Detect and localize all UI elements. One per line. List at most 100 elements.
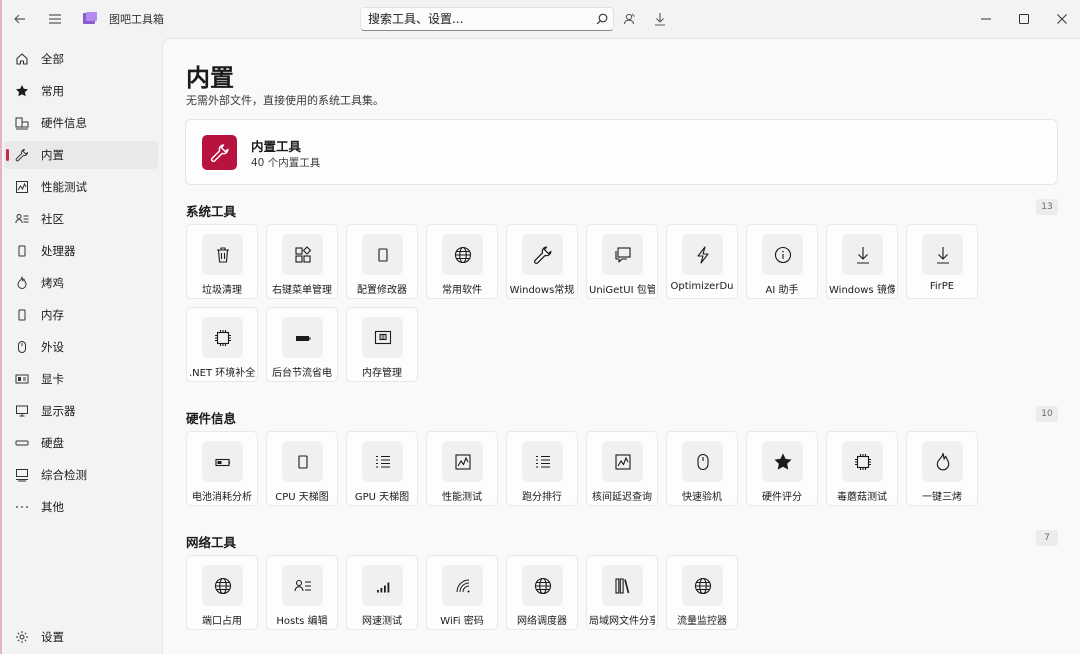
tool-tile-label: 局域网文件分享 [589,616,655,627]
sidebar-item-all[interactable]: 全部 [4,45,158,73]
tool-tile[interactable]: 端口占用 [186,555,258,630]
sidebar-item-label: 性能测试 [41,180,87,194]
tool-tile[interactable]: CPU 天梯图 [266,431,338,506]
phone-icon [362,234,403,275]
tool-tile[interactable]: .NET 环境补全 [186,307,258,382]
chip-icon [842,441,883,482]
star-icon [14,83,30,99]
tool-tile[interactable]: 性能测试 [426,431,498,506]
sidebar-item-favorites[interactable]: 常用 [4,77,158,105]
sidebar-item-label: 内存 [41,308,64,322]
tool-tile-label: 跑分排行 [522,492,562,503]
search-box[interactable] [360,7,614,31]
card-title: 内置工具 [251,139,302,154]
sidebar-item-display[interactable]: 显示器 [4,397,158,425]
tool-tile-label: 毒蘑菇测试 [837,492,887,503]
tool-tile[interactable]: 跑分排行 [506,431,578,506]
tool-tile-label: 端口占用 [202,616,242,627]
sidebar-item-label: 硬件信息 [41,116,87,130]
sidebar-item-memory[interactable]: 内存 [4,301,158,329]
section-title-hardware-info: 硬件信息 [186,411,237,426]
tool-tile[interactable]: 内存管理 [346,307,418,382]
tool-tile[interactable]: 毒蘑菇测试 [826,431,898,506]
memory-board-icon [362,317,403,358]
sidebar-item-settings[interactable]: 设置 [4,623,158,651]
tool-tile[interactable]: 流量监控器 [666,555,738,630]
mouse-icon [682,441,723,482]
count-badge: 10 [1036,406,1058,422]
builtin-summary-card: 内置工具 40 个内置工具 [185,119,1058,185]
sidebar-item-benchmark[interactable]: 性能测试 [4,173,158,201]
sidebar-item-label: 外设 [41,340,64,354]
tool-tile[interactable]: 右键菜单管理 [266,224,338,299]
chat-icon [602,234,643,275]
tool-tile[interactable]: 电池消耗分析 [186,431,258,506]
sidebar-item-peripherals[interactable]: 外设 [4,333,158,361]
back-arrow-icon [13,12,27,26]
account-button[interactable] [613,3,645,35]
books-icon [602,565,643,606]
close-button[interactable] [1046,3,1078,35]
tool-tile[interactable]: Windows 镜像 [826,224,898,299]
sidebar-item-hardware-info[interactable]: 硬件信息 [4,109,158,137]
title-bar: 图吧工具箱 [0,0,1080,38]
tool-tile[interactable]: WiFi 密码 [426,555,498,630]
sidebar-item-gpu[interactable]: 显卡 [4,365,158,393]
tool-tile-label: AI 助手 [765,285,799,296]
app-title: 图吧工具箱 [109,13,164,26]
tool-tile[interactable]: 硬件评分 [746,431,818,506]
sidebar-item-community[interactable]: 社区 [4,205,158,233]
fire-icon [14,275,30,291]
back-button[interactable] [4,3,36,35]
tool-tile[interactable]: 配置修改器 [346,224,418,299]
menu-button[interactable] [39,3,71,35]
sidebar-item-cpu[interactable]: 处理器 [4,237,158,265]
tool-tile[interactable]: GPU 天梯图 [346,431,418,506]
globe-icon [522,565,563,606]
community-icon [14,211,30,227]
tool-tile[interactable]: UniGetUI 包管 [586,224,658,299]
chart-icon [602,441,643,482]
tool-tile[interactable]: Hosts 编辑 [266,555,338,630]
tool-tile[interactable]: 局域网文件分享 [586,555,658,630]
community-icon [282,565,323,606]
tool-tile[interactable]: 网络调度器 [506,555,578,630]
tool-tile-label: .NET 环境补全 [189,368,255,379]
hamburger-icon [48,12,62,26]
tool-tile[interactable]: 后台节流省电 [266,307,338,382]
count-badge: 7 [1036,530,1058,546]
tool-tile[interactable]: FirPE [906,224,978,299]
tool-tile[interactable]: 垃圾清理 [186,224,258,299]
tool-tile[interactable]: 核间延迟查询 [586,431,658,506]
sidebar-item-overall-check[interactable]: 综合检测 [4,461,158,489]
search-icon[interactable] [591,8,613,30]
tool-tile-label: 网络调度器 [517,616,567,627]
tool-tile[interactable]: 快速验机 [666,431,738,506]
sidebar-item-label: 社区 [41,212,64,226]
sidebar: 全部 常用 硬件信息 内置 性能测试 社区 处理器 烤鸡 内存 外设 显卡 显示… [0,42,162,654]
maximize-button[interactable] [1008,3,1040,35]
main-content: 内置 无需外部文件，直接使用的系统工具集。 内置工具 40 个内置工具 系统工具… [162,38,1080,654]
tool-tile[interactable]: Windows常规 [506,224,578,299]
tool-tile[interactable]: AI 助手 [746,224,818,299]
tool-tile[interactable]: OptimizerDu [666,224,738,299]
downloads-button[interactable] [644,3,676,35]
minimize-button[interactable] [970,3,1002,35]
sidebar-item-builtin[interactable]: 内置 [4,141,158,169]
tool-tile[interactable]: 一键三烤 [906,431,978,506]
tool-tile-label: UniGetUI 包管 [589,285,655,296]
sidebar-item-stress-test[interactable]: 烤鸡 [4,269,158,297]
tool-tile-label: 网速测试 [362,616,402,627]
sidebar-item-other[interactable]: 其他 [4,493,158,521]
tool-tile[interactable]: 网速测试 [346,555,418,630]
sidebar-item-label: 烤鸡 [41,276,64,290]
tool-tile-label: 电池消耗分析 [192,492,252,503]
sidebar-item-label: 处理器 [41,244,76,258]
memory-icon [14,307,30,323]
sidebar-item-label: 内置 [41,148,64,162]
tool-tile-label: 一键三烤 [922,492,962,503]
sidebar-item-disk[interactable]: 硬盘 [4,429,158,457]
tool-tile[interactable]: 常用软件 [426,224,498,299]
sidebar-item-label: 综合检测 [41,468,87,482]
search-input[interactable] [361,8,591,30]
